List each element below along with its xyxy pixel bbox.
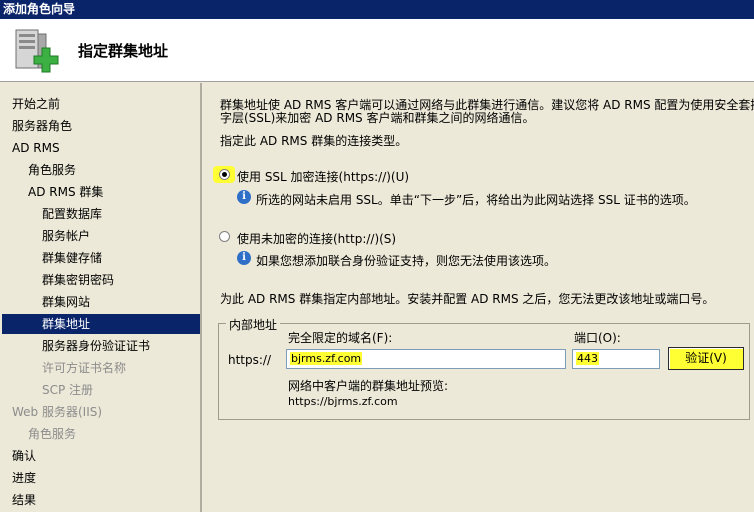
step-iis-role-services: 角色服务	[28, 427, 77, 441]
step-role-services[interactable]: 角色服务	[28, 160, 76, 180]
wizard-header: 指定群集地址	[0, 19, 754, 82]
ssl-radio[interactable]	[219, 169, 230, 180]
ssl-info-text: 所选的网站未启用 SSL。单击“下一步”后，将给出为此网站选择 SSL 证书的选…	[256, 193, 696, 207]
address-preview-label: 网络中客户端的群集地址预览:	[288, 379, 449, 393]
step-service-account[interactable]: 服务帐户	[42, 226, 90, 246]
step-confirmation[interactable]: 确认	[12, 446, 36, 466]
port-label: 端口(O):	[574, 331, 621, 345]
port-value: 443	[576, 352, 599, 365]
step-ad-rms[interactable]: AD RMS	[12, 138, 60, 158]
step-scp-registration: SCP 注册	[42, 383, 94, 397]
address-preview-value: https://bjrms.zf.com	[288, 395, 398, 408]
verify-button[interactable]: 验证(V)	[668, 347, 744, 370]
scheme-label: https://	[228, 353, 272, 367]
step-cluster-key-password[interactable]: 群集密钥密码	[42, 270, 114, 290]
ssl-option-label[interactable]: 使用 SSL 加密连接(https://)(U)	[237, 168, 409, 185]
internal-address-prompt: 为此 AD RMS 群集指定内部地址。安装并配置 AD RMS 之后，您无法更改…	[220, 292, 715, 306]
connection-type-prompt: 指定此 AD RMS 群集的连接类型。	[220, 134, 408, 148]
unencrypted-radio[interactable]	[219, 231, 230, 242]
window-title: 添加角色向导	[0, 0, 754, 19]
step-server-auth-certificate[interactable]: 服务器身份验证证书	[42, 336, 150, 356]
step-cluster-website[interactable]: 群集网站	[42, 292, 90, 312]
step-configuration-database[interactable]: 配置数据库	[42, 204, 102, 224]
step-server-roles[interactable]: 服务器角色	[12, 116, 72, 136]
server-add-icon	[15, 29, 59, 73]
step-results[interactable]: 结果	[12, 490, 36, 510]
intro-text-line2: 字层(SSL)来加密 AD RMS 客户端和群集之间的网络通信。	[220, 111, 535, 125]
fqdn-label: 完全限定的域名(F):	[288, 331, 393, 345]
step-licensor-certificate-name: 许可方证书名称	[42, 361, 127, 375]
step-web-server-iis: Web 服务器(IIS)	[12, 405, 103, 419]
step-ad-rms-cluster[interactable]: AD RMS 群集	[28, 182, 103, 202]
info-icon: i	[237, 251, 251, 265]
step-cluster-key-storage[interactable]: 群集健存储	[42, 248, 102, 268]
port-input[interactable]: 443	[572, 349, 660, 369]
fqdn-value: bjrms.zf.com	[290, 352, 363, 365]
wizard-content: 群集地址使 AD RMS 客户端可以通过网络与此群集进行通信。建议您将 AD R…	[204, 83, 754, 512]
info-icon: i	[237, 190, 251, 204]
internal-address-legend: 内部地址	[226, 316, 281, 333]
step-before-you-begin[interactable]: 开始之前	[12, 94, 60, 114]
step-progress[interactable]: 进度	[12, 468, 36, 488]
radio-selected-dot	[222, 172, 227, 177]
unencrypted-option-label[interactable]: 使用未加密的连接(http://)(S)	[237, 230, 396, 247]
step-cluster-address[interactable]: 群集地址	[2, 314, 200, 334]
unencrypted-info-text: 如果您想添加联合身份验证支持，则您无法使用该选项。	[256, 254, 557, 268]
page-title: 指定群集地址	[78, 42, 169, 60]
wizard-step-list: 开始之前 服务器角色 AD RMS 角色服务 AD RMS 群集 配置数据库 服…	[0, 83, 202, 512]
fqdn-input[interactable]: bjrms.zf.com	[286, 349, 566, 369]
